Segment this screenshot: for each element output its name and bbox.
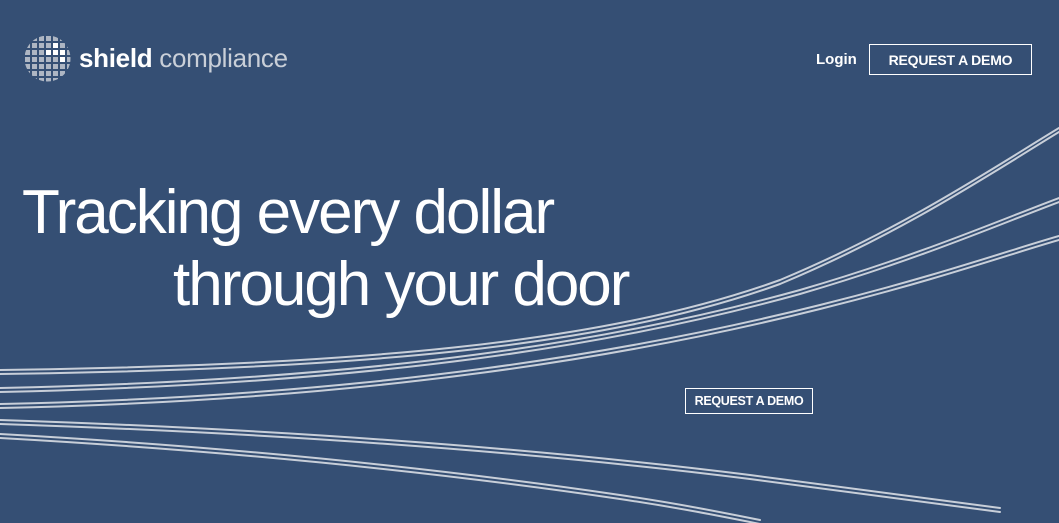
brand-name-bold: shield — [79, 42, 153, 73]
brand-logo[interactable]: shield compliance — [24, 35, 288, 81]
brand-name-light: compliance — [159, 42, 288, 73]
grid-globe-icon — [25, 35, 71, 81]
hero-section: shield compliance Login REQUEST A DEMO T… — [0, 0, 1059, 523]
request-demo-hero-button[interactable]: REQUEST A DEMO — [685, 388, 813, 414]
hero-headline-line1: Tracking every dollar — [22, 177, 555, 247]
hero-headline-line2: through your door — [173, 249, 630, 319]
brand-wordmark: shield compliance — [79, 43, 288, 74]
request-demo-nav-button[interactable]: REQUEST A DEMO — [869, 44, 1032, 75]
login-link[interactable]: Login — [816, 51, 857, 68]
